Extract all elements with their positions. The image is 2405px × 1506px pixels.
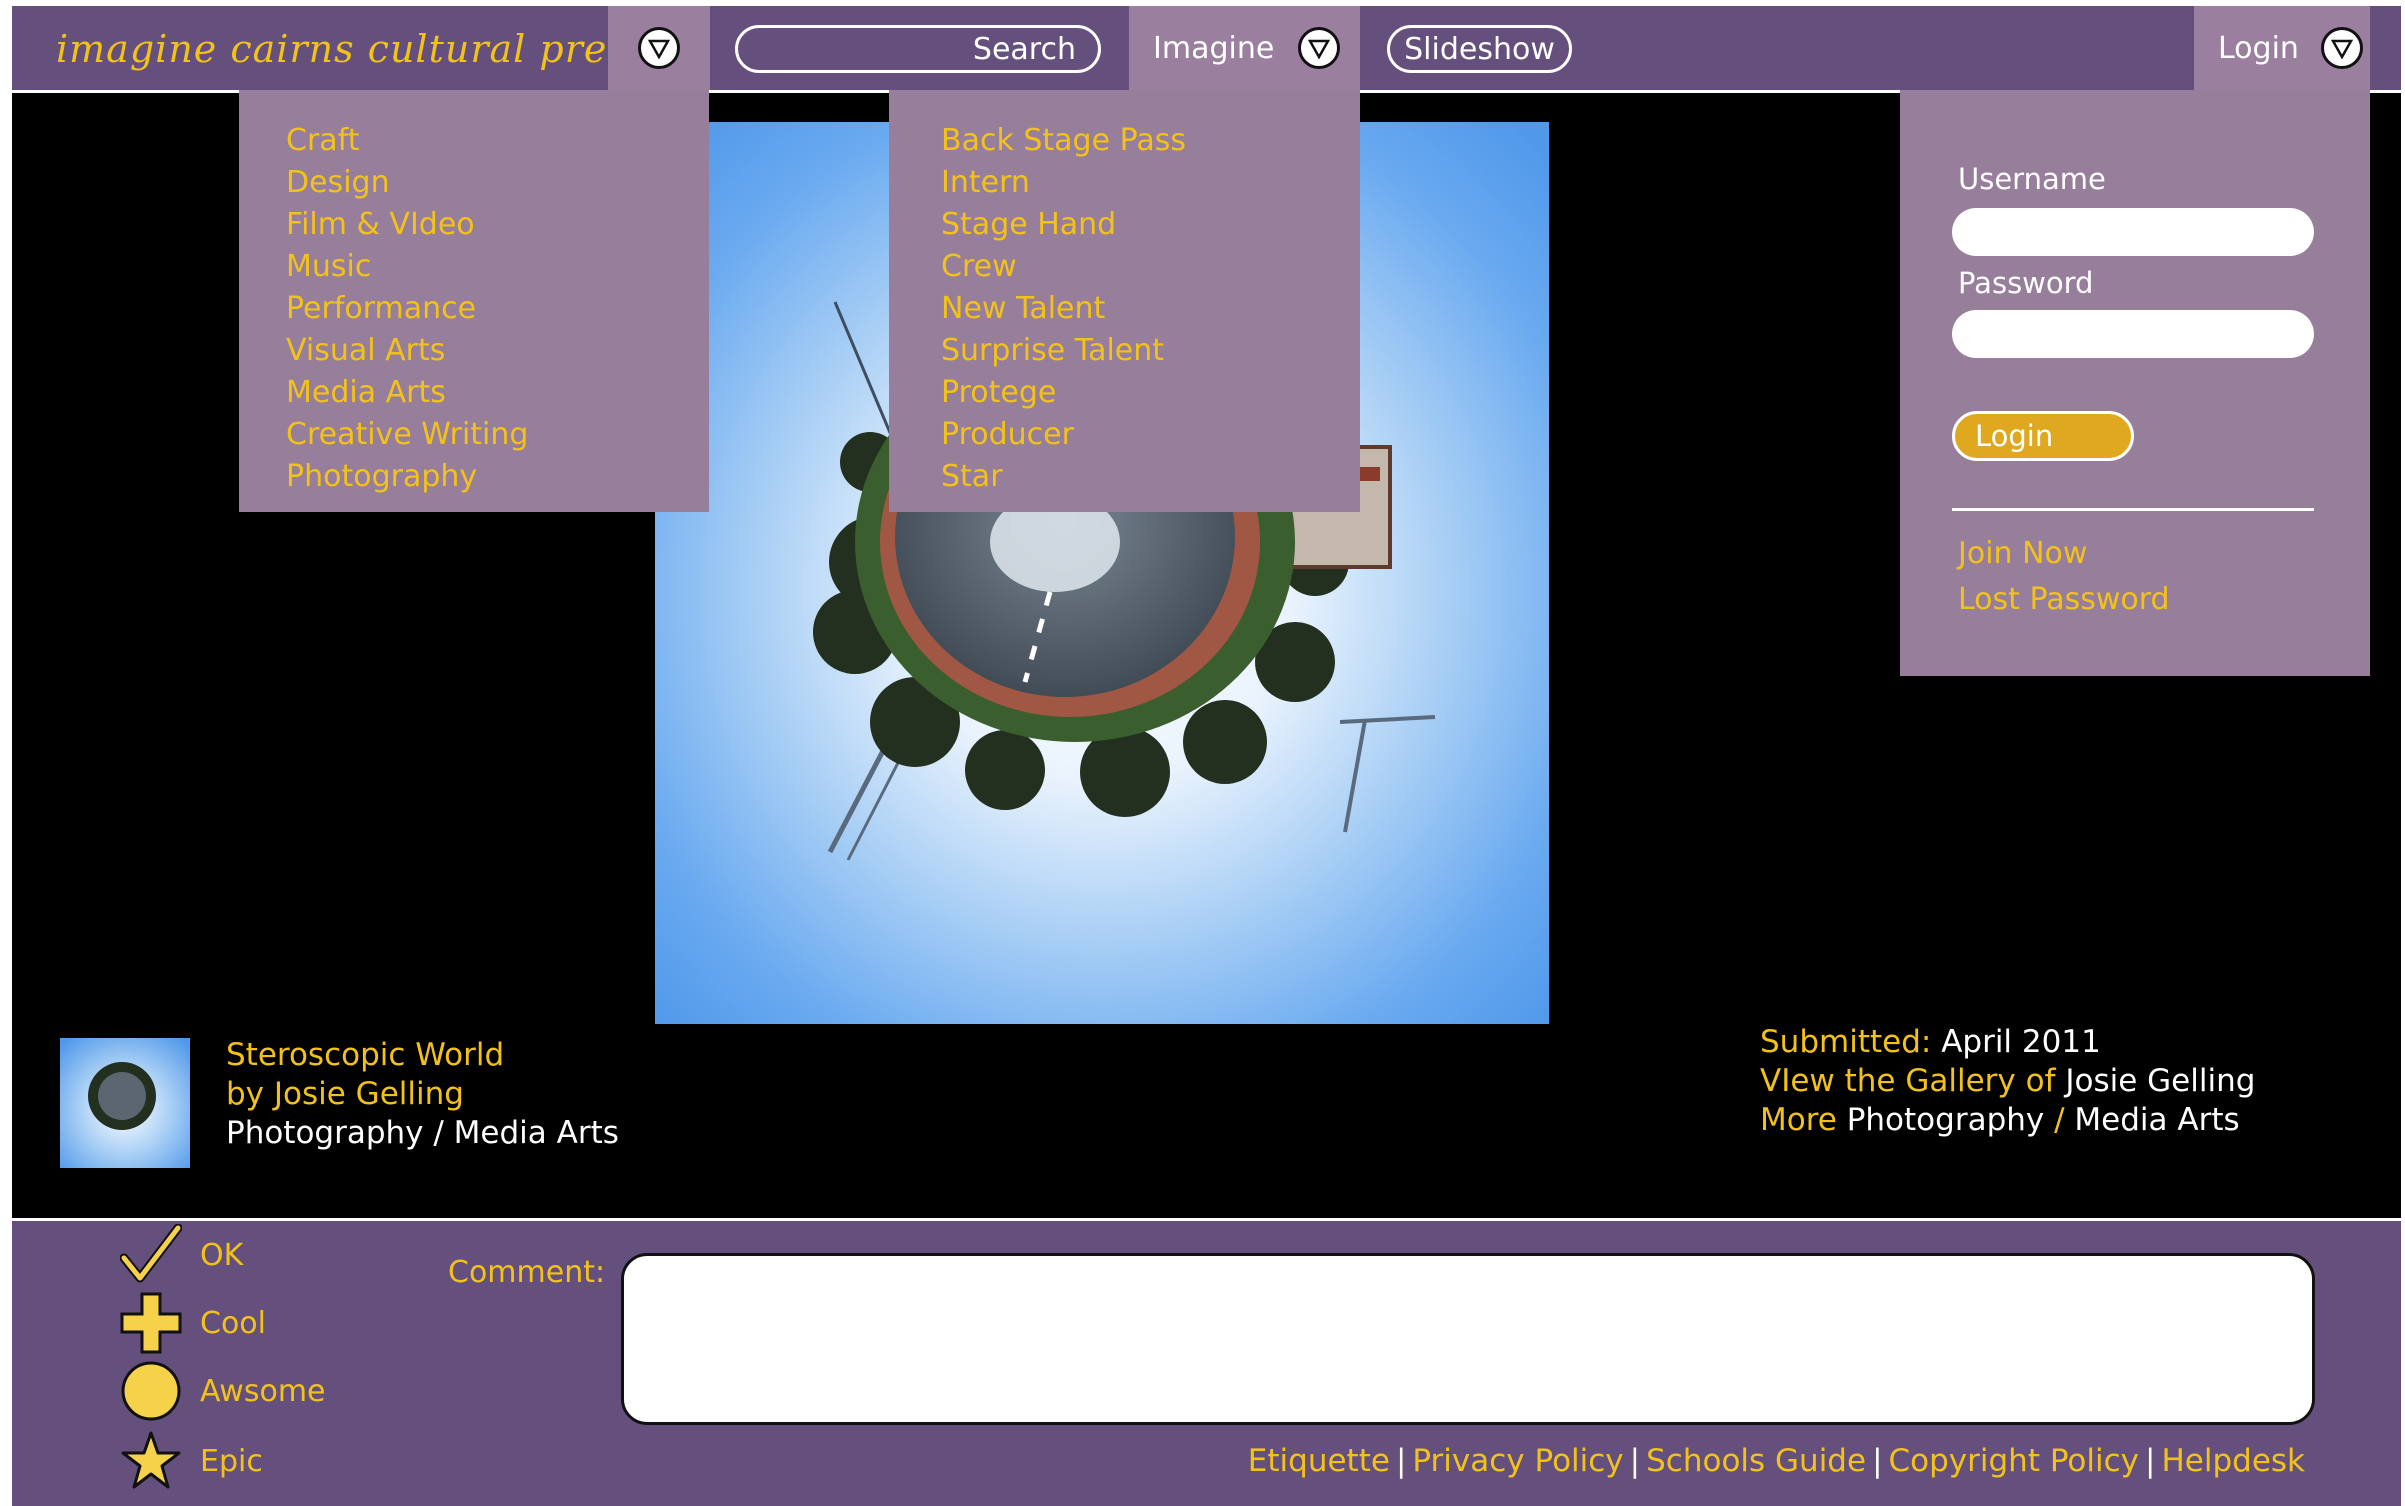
comment-label: Comment: <box>448 1255 606 1290</box>
login-label: Login <box>2218 30 2299 66</box>
artwork-details: Submitted: April 2011 VIew the Gallery o… <box>1760 1023 2255 1140</box>
menu-item-stage-hand[interactable]: Stage Hand <box>941 204 1360 246</box>
app-frame: imagine cairns cultural precinct Search … <box>12 6 2401 1506</box>
menu-item-performance[interactable]: Performance <box>286 288 709 330</box>
menu-item-star[interactable]: Star <box>941 456 1360 498</box>
star-icon <box>120 1430 182 1492</box>
more-media-arts-link[interactable]: Media Arts <box>2074 1102 2239 1138</box>
imagine-label: Imagine <box>1153 30 1275 66</box>
username-field[interactable] <box>1952 208 2314 256</box>
menu-item-producer[interactable]: Producer <box>941 414 1360 456</box>
categories-menu-toggle[interactable] <box>608 6 710 90</box>
plus-icon <box>120 1292 182 1354</box>
rating-epic[interactable]: Epic <box>120 1431 263 1491</box>
artwork-author[interactable]: by Josie Gelling <box>226 1075 619 1114</box>
password-field[interactable] <box>1952 310 2314 358</box>
menu-item-surprise-talent[interactable]: Surprise Talent <box>941 330 1360 372</box>
footer-link-privacy-policy[interactable]: Privacy Policy <box>1412 1443 1623 1479</box>
rating-ok-label: OK <box>200 1237 244 1273</box>
menu-item-photography[interactable]: Photography <box>286 456 709 498</box>
rating-ok[interactable]: OK <box>120 1224 244 1286</box>
search-button[interactable]: Search <box>735 25 1101 73</box>
rating-awsome[interactable]: Awsome <box>120 1361 326 1421</box>
footer-separator: | <box>1395 1443 1407 1479</box>
comment-input[interactable] <box>621 1253 2315 1425</box>
footer-link-etiquette[interactable]: Etiquette <box>1248 1443 1390 1479</box>
triangle-down-icon <box>1298 27 1341 69</box>
menu-item-visual-arts[interactable]: Visual Arts <box>286 330 709 372</box>
username-label: Username <box>1958 162 2106 196</box>
footer-link-schools-guide[interactable]: Schools Guide <box>1646 1443 1866 1479</box>
login-button[interactable]: Login <box>1952 411 2134 461</box>
menu-item-intern[interactable]: Intern <box>941 162 1360 204</box>
submitted-date: April 2011 <box>1941 1024 2101 1060</box>
slideshow-button[interactable]: Slideshow <box>1387 25 1572 73</box>
submitted-label: Submitted: <box>1760 1024 1932 1060</box>
footer-separator: | <box>2145 1443 2156 1479</box>
rating-cool-label: Cool <box>200 1305 266 1341</box>
menu-item-craft[interactable]: Craft <box>286 120 709 162</box>
footer-separator: | <box>1629 1443 1641 1479</box>
menu-item-creative-writing[interactable]: Creative Writing <box>286 414 709 456</box>
gallery-artist[interactable]: Josie Gelling <box>2065 1063 2255 1099</box>
categories-dropdown: Craft Design Film & VIdeo Music Performa… <box>239 90 709 512</box>
top-nav-bar: imagine cairns cultural precinct Search … <box>12 6 2401 90</box>
artwork-thumbnail[interactable] <box>60 1038 190 1168</box>
join-now-link[interactable]: Join Now <box>1958 536 2087 571</box>
menu-item-protege[interactable]: Protege <box>941 372 1360 414</box>
artwork-title[interactable]: Steroscopic World <box>226 1036 619 1075</box>
menu-item-design[interactable]: Design <box>286 162 709 204</box>
login-menu-toggle[interactable]: Login <box>2194 6 2370 90</box>
rating-epic-label: Epic <box>200 1443 263 1479</box>
rating-cool[interactable]: Cool <box>120 1292 266 1354</box>
login-button-label: Login <box>1975 419 2054 453</box>
more-label: More <box>1760 1102 1837 1138</box>
login-panel: Username Password Login Join Now Lost Pa… <box>1900 90 2370 676</box>
thumbnail-photo <box>60 1038 190 1168</box>
footer-links: Etiquette | Privacy Policy | Schools Guide | C… <box>1248 1443 2305 1479</box>
imagine-dropdown: Back Stage Pass Intern Stage Hand Crew N… <box>889 90 1360 512</box>
gallery-link-label[interactable]: VIew the Gallery of <box>1760 1063 2056 1099</box>
more-separator: / <box>2054 1102 2065 1138</box>
circle-icon <box>120 1360 182 1422</box>
slideshow-label: Slideshow <box>1404 31 1555 67</box>
footer-link-helpdesk[interactable]: Helpdesk <box>2161 1443 2305 1479</box>
imagine-menu-toggle[interactable]: Imagine <box>1129 6 1360 90</box>
menu-item-back-stage-pass[interactable]: Back Stage Pass <box>941 120 1360 162</box>
artwork-caption: Steroscopic World by Josie Gelling Photo… <box>226 1036 619 1153</box>
triangle-down-icon <box>638 27 680 69</box>
artwork-categories: Photography / Media Arts <box>226 1115 619 1151</box>
footer-separator: | <box>1872 1443 1883 1479</box>
menu-item-music[interactable]: Music <box>286 246 709 288</box>
footer-link-copyright-policy[interactable]: Copyright Policy <box>1889 1443 2140 1479</box>
checkmark-icon <box>120 1224 182 1286</box>
menu-item-new-talent[interactable]: New Talent <box>941 288 1360 330</box>
login-divider <box>1952 508 2314 511</box>
triangle-down-icon <box>2320 27 2363 69</box>
feedback-bar: OK Cool Awsome Epic Comment: Etiquette | P… <box>12 1221 2401 1506</box>
password-label: Password <box>1958 266 2094 300</box>
more-photography-link[interactable]: Photography <box>1847 1102 2045 1138</box>
lost-password-link[interactable]: Lost Password <box>1958 582 2170 617</box>
menu-item-media-arts[interactable]: Media Arts <box>286 372 709 414</box>
menu-item-film-video[interactable]: Film & VIdeo <box>286 204 709 246</box>
search-label: Search <box>972 31 1076 67</box>
rating-awsome-label: Awsome <box>200 1373 326 1409</box>
menu-item-crew[interactable]: Crew <box>941 246 1360 288</box>
